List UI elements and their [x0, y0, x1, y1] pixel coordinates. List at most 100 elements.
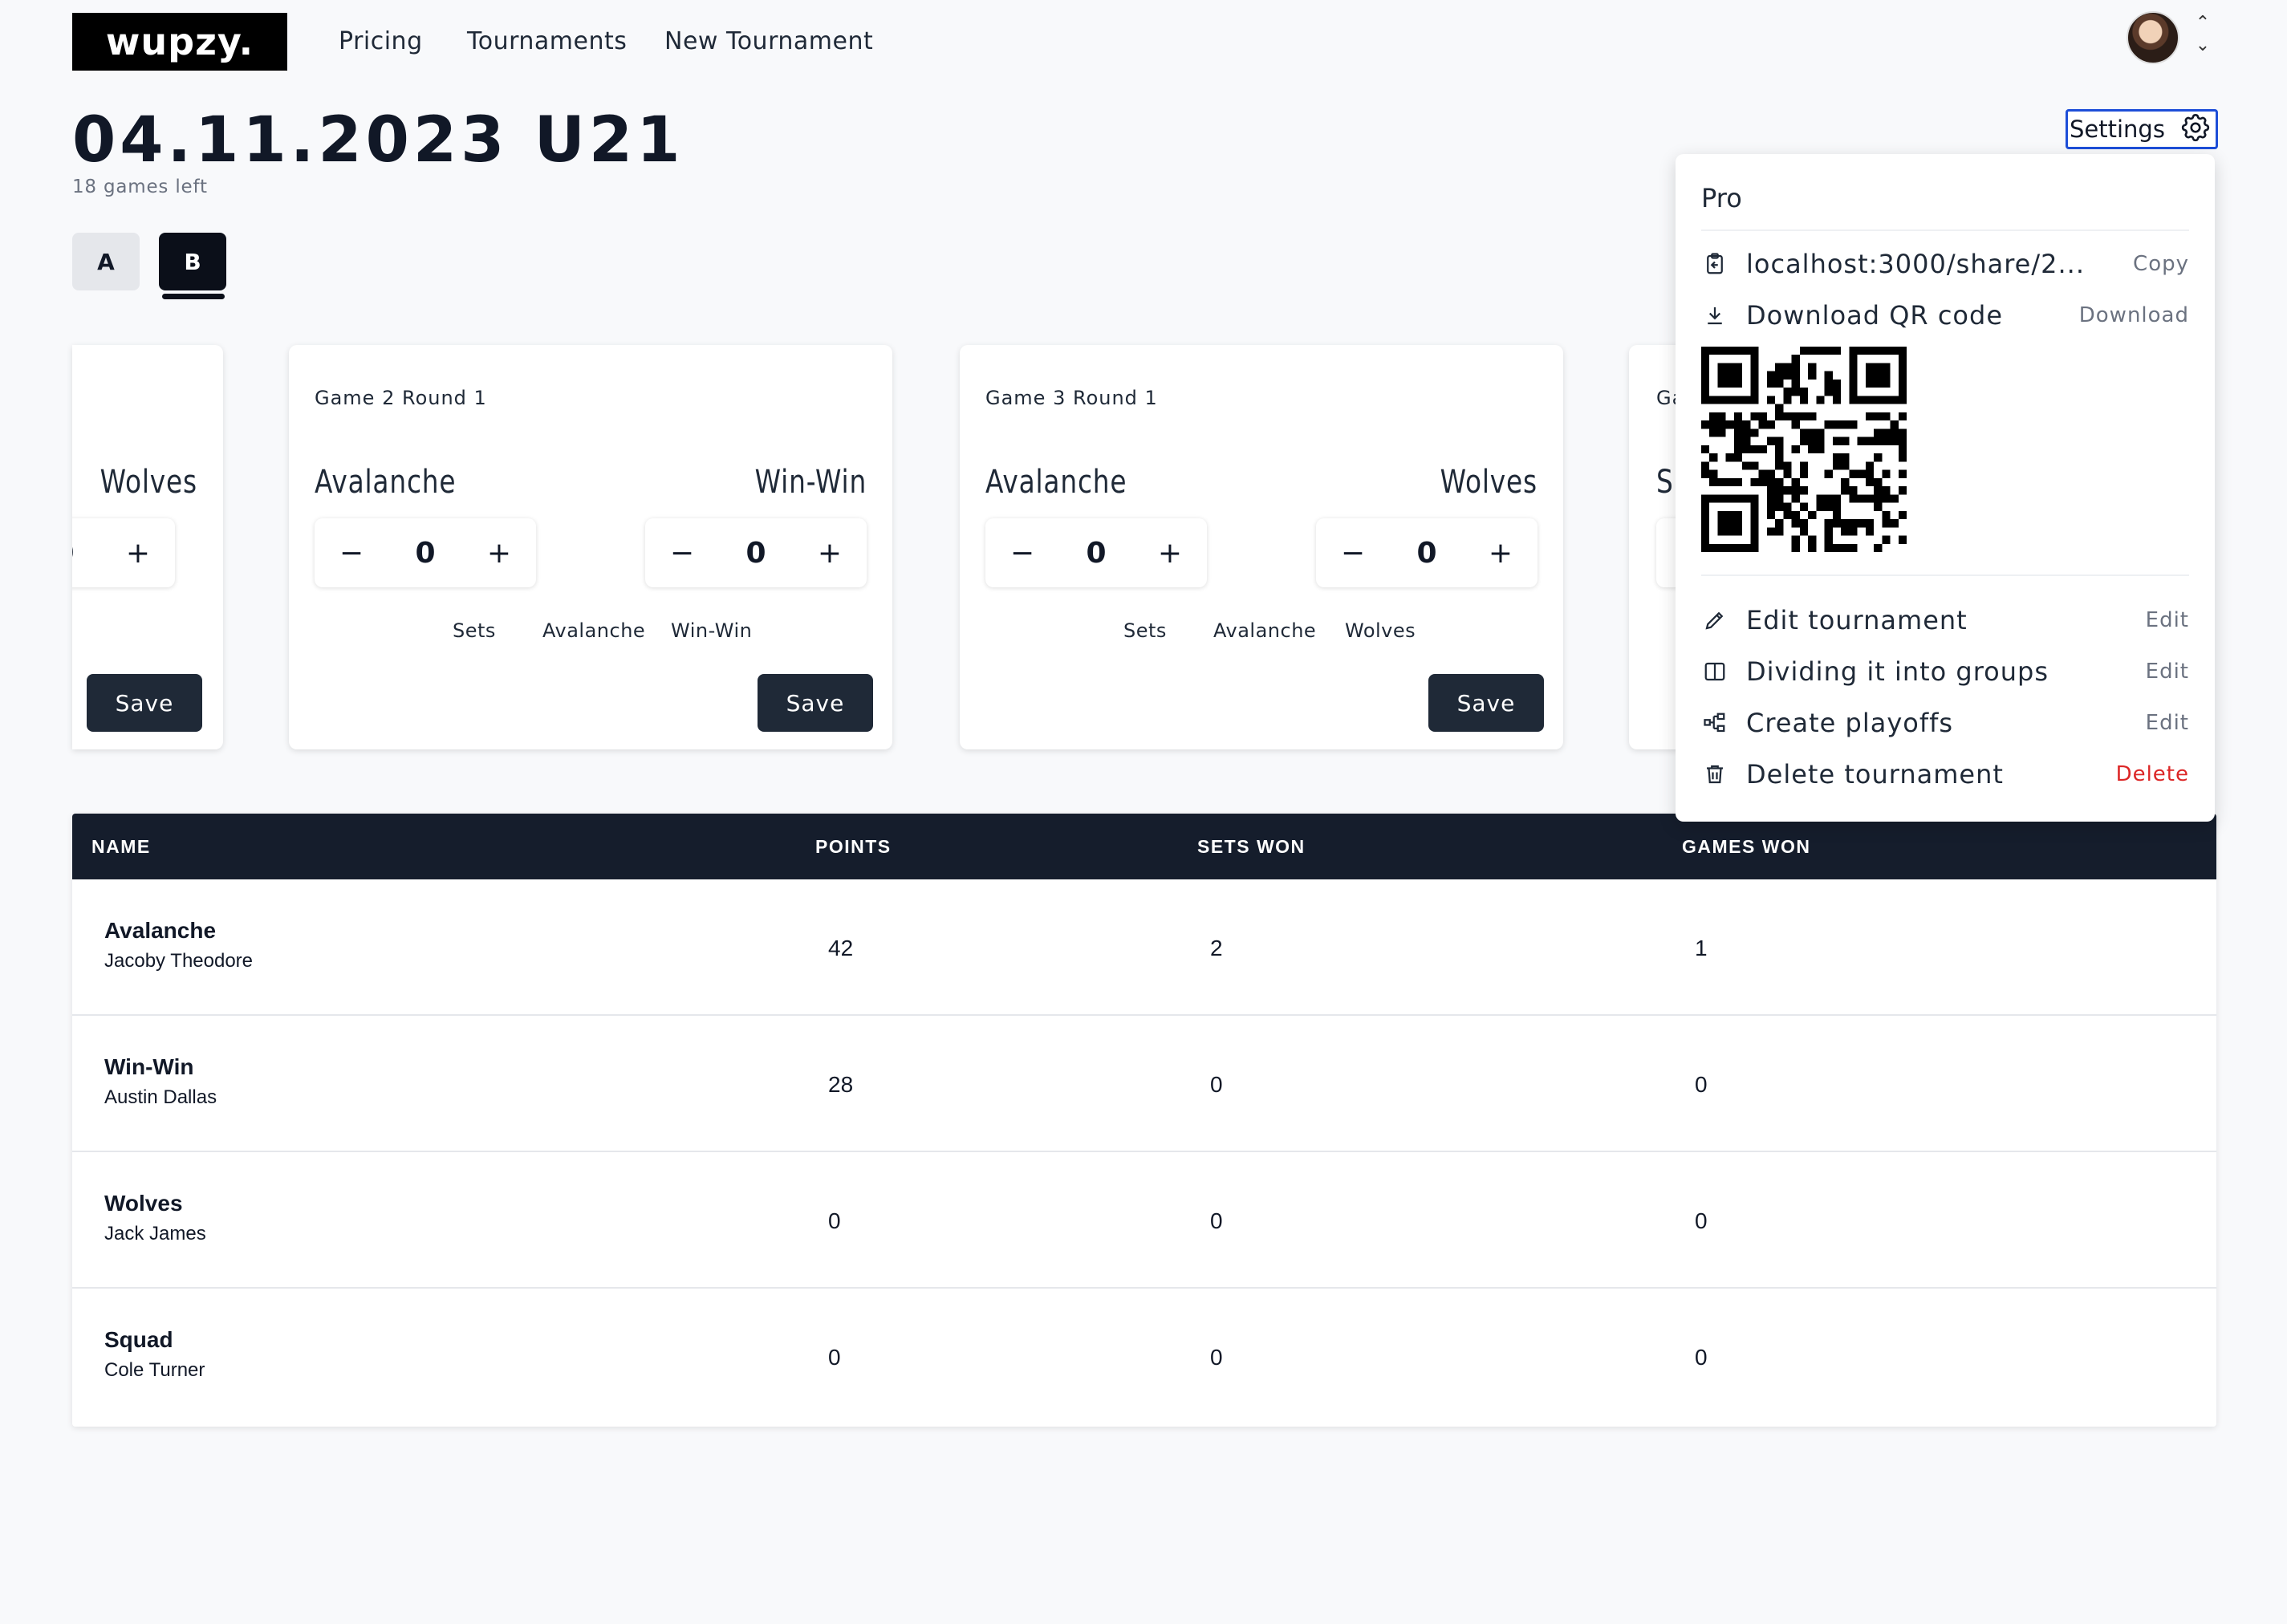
sets-won-cell: 0 — [1210, 1208, 1223, 1233]
column-header-name: NAME — [91, 836, 151, 857]
sets-label: Sets — [1123, 619, 1167, 642]
decrement-button[interactable]: − — [1006, 537, 1038, 570]
score-stepper-away[interactable]: − 0 + — [1316, 518, 1538, 587]
settings-label: Settings — [2070, 116, 2165, 143]
team-home-name: Avalanche — [985, 464, 1127, 501]
team-home-name: Avalanche — [315, 464, 457, 501]
divider — [1701, 574, 2189, 576]
table-row: Win-Win Austin Dallas 28 0 0 — [72, 1016, 2216, 1152]
menu-create-playoffs[interactable]: Create playoffs Edit — [1701, 703, 2189, 743]
chevron-up-down-icon[interactable]: ⌃ ⌄ — [2191, 11, 2215, 59]
score-stepper-away[interactable]: − 0 + — [72, 518, 175, 587]
columns-icon — [1701, 658, 1728, 685]
nav-tournaments[interactable]: Tournaments — [467, 27, 627, 55]
games-left-count: 18 games left — [72, 177, 208, 197]
game-card: Game 3 Round 1 Avalanche Wolves − 0 + − … — [960, 345, 1563, 749]
nav-new-tournament[interactable]: New Tournament — [664, 27, 873, 55]
increment-button[interactable]: + — [814, 537, 846, 570]
menu-label: Create playoffs — [1746, 708, 1954, 738]
team-away-name: Wolves — [1440, 464, 1538, 501]
score-value: 0 — [72, 537, 75, 570]
score-stepper-home[interactable]: − 0 + — [315, 518, 536, 587]
menu-label: Delete tournament — [1746, 759, 2004, 790]
menu-edit-tournament[interactable]: Edit tournament Edit — [1701, 600, 2189, 640]
player-name: Austin Dallas — [104, 1086, 217, 1108]
nav-pricing[interactable]: Pricing — [339, 27, 423, 55]
sets-team-away[interactable]: Wolves — [1345, 619, 1416, 642]
delete-action[interactable]: Delete — [2116, 762, 2189, 786]
sets-team-home[interactable]: Avalanche — [1213, 619, 1316, 642]
share-link-item[interactable]: localhost:3000/share/2... Copy — [1701, 244, 2189, 284]
sets-won-cell: 0 — [1210, 1072, 1223, 1097]
share-link-text: localhost:3000/share/2... — [1746, 249, 2085, 279]
edit-action[interactable]: Edit — [2146, 711, 2189, 735]
points-cell: 42 — [828, 936, 854, 960]
group-tab-a[interactable]: A — [72, 233, 140, 290]
wupzy-logo[interactable]: wupzy. — [72, 13, 287, 71]
bracket-icon — [1701, 709, 1728, 737]
score-stepper-away[interactable]: − 0 + — [645, 518, 867, 587]
sets-team-away[interactable]: Win-Win — [671, 619, 752, 642]
trash-icon — [1701, 761, 1728, 788]
settings-dropdown: Pro localhost:3000/share/2... Copy Downl… — [1676, 154, 2215, 822]
copy-link-button[interactable]: Copy — [2133, 252, 2189, 276]
menu-dividing-groups[interactable]: Dividing it into groups Edit — [1701, 652, 2189, 692]
pencil-icon — [1701, 607, 1728, 634]
download-qr-item[interactable]: Download QR code Download — [1701, 295, 2189, 335]
score-value: 0 — [745, 536, 766, 570]
team-away-name: Wolves — [100, 464, 197, 501]
active-tab-indicator — [162, 294, 225, 299]
clipboard-icon — [1701, 250, 1728, 278]
menu-delete-tournament[interactable]: Delete tournament Delete — [1701, 754, 2189, 794]
qr-code — [1701, 347, 1907, 552]
player-name: Cole Turner — [104, 1359, 205, 1381]
sets-won-cell: 2 — [1210, 936, 1223, 960]
download-icon — [1701, 302, 1728, 329]
edit-action[interactable]: Edit — [2146, 660, 2189, 684]
team-away-name: Win-Win — [754, 464, 867, 501]
download-qr-button[interactable]: Download — [2079, 303, 2189, 327]
games-won-cell: 0 — [1695, 1208, 1708, 1233]
menu-label: Edit tournament — [1746, 605, 1968, 635]
table-row: Squad Cole Turner 0 0 0 — [72, 1289, 2216, 1425]
decrement-button[interactable]: − — [1337, 537, 1369, 570]
save-button[interactable]: Save — [758, 674, 873, 732]
column-header-games-won: GAMES WON — [1682, 836, 1811, 857]
score-value: 0 — [1086, 536, 1107, 570]
score-value: 0 — [1416, 536, 1437, 570]
points-cell: 0 — [828, 1208, 841, 1233]
table-row: Wolves Jack James 0 0 0 — [72, 1152, 2216, 1289]
save-button[interactable]: Save — [87, 674, 202, 732]
game-title: Game 2 Round 1 — [315, 387, 487, 409]
sets-team-home[interactable]: Avalanche — [542, 619, 645, 642]
group-tab-b[interactable]: B — [159, 233, 226, 290]
game-title: Game 3 Round 1 — [985, 387, 1158, 409]
plan-label: Pro — [1701, 183, 1742, 213]
increment-button[interactable]: + — [483, 537, 515, 570]
points-cell: 0 — [828, 1345, 841, 1370]
save-button[interactable]: Save — [1428, 674, 1544, 732]
menu-label: Dividing it into groups — [1746, 656, 2049, 687]
sets-label: Sets — [453, 619, 496, 642]
table-row: Avalanche Jacoby Theodore 42 2 1 — [72, 879, 2216, 1016]
column-header-points: POINTS — [815, 836, 892, 857]
increment-button[interactable]: + — [1154, 537, 1186, 570]
standings-table: NAME POINTS SETS WON GAMES WON Avalanche… — [72, 814, 2216, 1427]
table-header: NAME POINTS SETS WON GAMES WON — [72, 814, 2216, 879]
decrement-button[interactable]: − — [666, 537, 698, 570]
edit-action[interactable]: Edit — [2146, 608, 2189, 632]
team-home-name: S — [1656, 464, 1674, 501]
games-won-cell: 0 — [1695, 1345, 1708, 1370]
team-name: Squad — [104, 1327, 173, 1352]
team-name: Win-Win — [104, 1054, 194, 1079]
score-stepper-home[interactable]: − 0 + — [985, 518, 1207, 587]
settings-button[interactable]: Settings — [2066, 109, 2218, 149]
decrement-button[interactable]: − — [335, 537, 368, 570]
column-header-sets-won: SETS WON — [1197, 836, 1306, 857]
divider — [1701, 229, 2189, 231]
increment-button[interactable]: + — [122, 537, 154, 570]
avatar[interactable] — [2127, 11, 2179, 64]
increment-button[interactable]: + — [1485, 537, 1517, 570]
team-name: Avalanche — [104, 918, 217, 943]
games-won-cell: 1 — [1695, 936, 1708, 960]
